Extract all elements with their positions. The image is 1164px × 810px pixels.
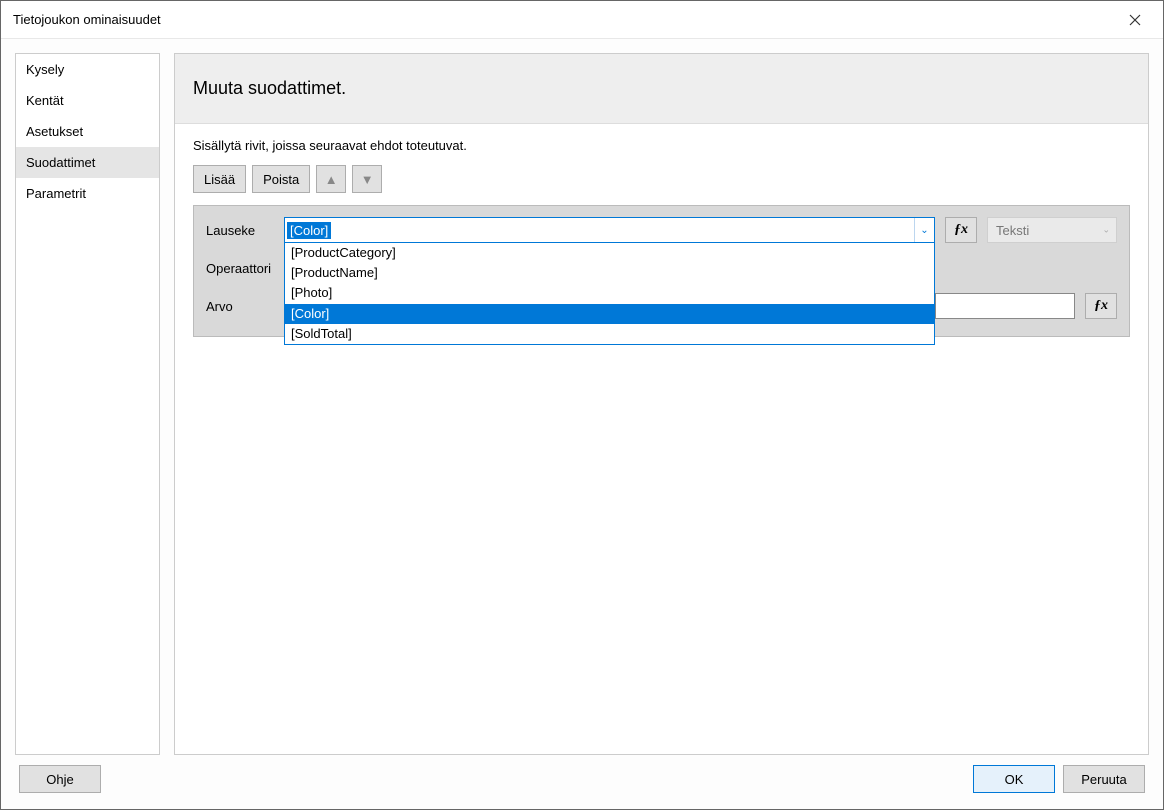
button-label: Peruuta (1081, 772, 1127, 787)
content-body: Sisällytä rivit, joissa seuraavat ehdot … (175, 124, 1148, 754)
sidebar-item-label: Asetukset (26, 124, 83, 139)
titlebar: Tietojoukon ominaisuudet (1, 1, 1163, 39)
arrow-down-icon: ▼ (361, 172, 374, 187)
remove-button[interactable]: Poista (252, 165, 310, 193)
sidebar: Kysely Kentät Asetukset Suodattimet Para… (15, 53, 160, 755)
close-icon (1129, 14, 1141, 26)
ok-button[interactable]: OK (973, 765, 1055, 793)
fx-icon: ƒx (1094, 298, 1108, 314)
option-label: [ProductName] (291, 265, 378, 280)
option-label: [SoldTotal] (291, 326, 352, 341)
add-button[interactable]: Lisää (193, 165, 246, 193)
dropdown-option-color[interactable]: [Color] (285, 304, 934, 324)
button-label: OK (1005, 772, 1024, 787)
sidebar-item-label: Parametrit (26, 186, 86, 201)
option-label: [ProductCategory] (291, 245, 396, 260)
option-label: [Color] (291, 306, 329, 321)
expression-label: Lauseke (206, 223, 274, 238)
expression-combobox[interactable]: [Color] ⌄ (284, 217, 935, 243)
dropdown-option-soldtotal[interactable]: [SoldTotal] (285, 324, 934, 344)
type-combobox[interactable]: Teksti ⌄ (987, 217, 1117, 243)
sidebar-item-label: Kentät (26, 93, 64, 108)
window-title: Tietojoukon ominaisuudet (13, 12, 1119, 27)
arrow-up-icon: ▲ (325, 172, 338, 187)
move-up-button[interactable]: ▲ (316, 165, 346, 193)
expression-selected-value: [Color] (287, 222, 331, 239)
chevron-down-icon: ⌄ (1102, 225, 1110, 236)
move-down-button[interactable]: ▼ (352, 165, 382, 193)
fx-icon: ƒx (954, 222, 968, 238)
help-button[interactable]: Ohje (19, 765, 101, 793)
dialog-window: Tietojoukon ominaisuudet Kysely Kentät A… (0, 0, 1164, 810)
chevron-down-icon: ⌄ (914, 218, 934, 242)
main-area: Kysely Kentät Asetukset Suodattimet Para… (15, 53, 1149, 755)
sidebar-item-kentat[interactable]: Kentät (16, 85, 159, 116)
expression-dropdown-list: [ProductCategory] [ProductName] [Photo] (284, 243, 935, 345)
button-label: Ohje (46, 772, 73, 787)
sidebar-item-label: Kysely (26, 62, 64, 77)
sidebar-item-kysely[interactable]: Kysely (16, 54, 159, 85)
sidebar-item-parametrit[interactable]: Parametrit (16, 178, 159, 209)
content-heading: Muuta suodattimet. (175, 54, 1148, 124)
filter-panel: Lauseke [Color] ⌄ [ProductCategory] (193, 205, 1130, 337)
dialog-body: Kysely Kentät Asetukset Suodattimet Para… (1, 39, 1163, 809)
dialog-footer: Ohje OK Peruuta (15, 755, 1149, 795)
type-selected-value: Teksti (996, 223, 1029, 238)
operator-label: Operaattori (206, 261, 274, 276)
sidebar-item-suodattimet[interactable]: Suodattimet (16, 147, 159, 178)
button-label: Lisää (204, 172, 235, 187)
row-expression: Lauseke [Color] ⌄ [ProductCategory] (206, 216, 1117, 244)
expression-combo-wrap: [Color] ⌄ [ProductCategory] [ProductName… (284, 217, 935, 243)
dropdown-option-photo[interactable]: [Photo] (285, 283, 934, 303)
cancel-button[interactable]: Peruuta (1063, 765, 1145, 793)
content-panel: Muuta suodattimet. Sisällytä rivit, jois… (174, 53, 1149, 755)
sidebar-item-asetukset[interactable]: Asetukset (16, 116, 159, 147)
button-label: Poista (263, 172, 299, 187)
instruction-text: Sisällytä rivit, joissa seuraavat ehdot … (193, 138, 1130, 153)
close-button[interactable] (1119, 6, 1151, 34)
sidebar-item-label: Suodattimet (26, 155, 95, 170)
dropdown-option-productname[interactable]: [ProductName] (285, 263, 934, 283)
expression-fx-button[interactable]: ƒx (945, 217, 977, 243)
value-label: Arvo (206, 299, 274, 314)
filter-toolbar: Lisää Poista ▲ ▼ (193, 165, 1130, 193)
value-input[interactable] (935, 293, 1075, 319)
value-fx-button[interactable]: ƒx (1085, 293, 1117, 319)
dropdown-option-productcategory[interactable]: [ProductCategory] (285, 243, 934, 263)
option-label: [Photo] (291, 285, 332, 300)
